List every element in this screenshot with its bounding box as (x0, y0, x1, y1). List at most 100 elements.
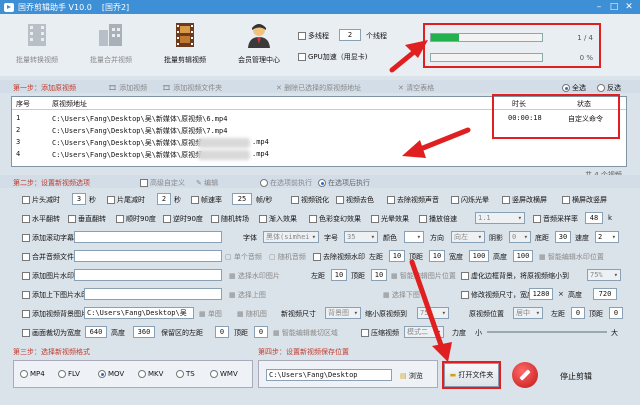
format-ts[interactable]: TS (176, 370, 195, 378)
grayscale-option[interactable]: 视频去色 (336, 195, 374, 205)
width-input[interactable]: 100 (469, 250, 489, 262)
flash-option[interactable]: 闪烁光晕 (451, 195, 489, 205)
close-button[interactable]: ✕ (622, 1, 636, 13)
before-option[interactable]: 在选项前执行 (260, 178, 312, 188)
vflip-option[interactable]: 垂直翻转 (68, 214, 106, 224)
open-folder-button[interactable]: ▬ 打开文件夹 (442, 361, 501, 389)
bg-image-input[interactable]: C:\Users\Fang\Desktop\吴 (84, 307, 194, 319)
delete-selected-button[interactable]: ✕ 删除已选择的原视频地址 (276, 83, 361, 93)
format-mov[interactable]: MOV (98, 370, 124, 378)
member-center-button[interactable]: 会员管理中心 (226, 20, 292, 65)
format-mkv[interactable]: MKV (138, 370, 163, 378)
gpu-option[interactable]: GPU加速（用显卡) (298, 52, 368, 62)
random-image-button[interactable]: ▦ 随机图 (237, 309, 267, 319)
choose-bottom-image-button[interactable]: ▦ 选择下图 (383, 290, 420, 300)
subtitle-option[interactable]: 添加滚动字幕 (22, 233, 74, 243)
table-row[interactable]: 4 C:\Users\Fang\Desktop\吴\新媒体\原视频\ .mp4 (12, 149, 626, 161)
top-input[interactable]: 10 (371, 269, 387, 281)
batch-edit-button[interactable]: 批量剪辑视频 (152, 20, 218, 65)
browse-button[interactable]: ▤ 浏览 (400, 371, 423, 381)
save-path-input[interactable]: C:\Users\Fang\Desktop (266, 369, 392, 381)
head-cut-input[interactable]: 3 (72, 193, 86, 205)
format-mp4[interactable]: MP4 (20, 370, 45, 378)
choose-watermark-button[interactable]: ▦ 选择水印图片 (229, 271, 280, 281)
random-audio-button[interactable]: ▢ 随机音频 (269, 252, 306, 262)
advanced-option[interactable]: 高级自定义 (140, 178, 185, 188)
shadow-select[interactable]: 0 (509, 231, 531, 243)
gpu-checkbox[interactable] (298, 53, 306, 61)
subtitle-input[interactable] (74, 231, 222, 243)
speed-option[interactable]: 播放倍速 (419, 214, 457, 224)
height-input[interactable]: 100 (513, 250, 533, 262)
crop-option[interactable]: 画面裁切为宽度 (22, 328, 81, 338)
after-option[interactable]: 在选项后执行 (318, 178, 370, 188)
new-size-select[interactable]: 背景图 (325, 307, 361, 319)
batch-merge-button[interactable]: 批量合并视频 (78, 20, 144, 65)
remove-watermark-option[interactable]: 去除视频水印 (313, 252, 365, 262)
choose-top-image-button[interactable]: ▦ 选择上图 (229, 290, 266, 300)
maximize-button[interactable]: □ (607, 1, 621, 13)
stop-icon[interactable] (512, 362, 538, 388)
bg-image-option[interactable]: 添加视频背景图片 (22, 309, 88, 319)
minimize-button[interactable]: – (592, 1, 606, 13)
compress-option[interactable]: 压缩视频 (361, 328, 399, 338)
top-input[interactable]: 0 (609, 307, 623, 319)
cw90-option[interactable]: 顺时90度 (116, 214, 156, 224)
smart-watermark-button[interactable]: ▦ 智能编辑水印位置 (539, 252, 604, 262)
blur-border-option[interactable]: 虚化边框背景，将原视频缩小到 (461, 271, 569, 281)
sample-rate-option[interactable]: 音频采样率 (533, 214, 578, 224)
sharpen-option[interactable]: 视频锐化 (291, 195, 329, 205)
audio-option[interactable]: 合并音频文件 (22, 252, 74, 262)
resize-height-input[interactable]: 720 (593, 288, 617, 300)
smart-crop-button[interactable]: ▦ 智能编辑裁切区域 (273, 328, 338, 338)
single-audio-button[interactable]: ▢ 单个音频 (225, 252, 262, 262)
tb-watermark-option[interactable]: 添加上下图片水印 (22, 290, 88, 300)
direction-select[interactable]: 向左 (451, 231, 485, 243)
h2v-option[interactable]: 横屏改竖屏 (562, 195, 607, 205)
crop-height-input[interactable]: 360 (133, 326, 155, 338)
clear-table-button[interactable]: ✕ 清空表格 (398, 83, 434, 93)
crop-top-input[interactable]: 0 (254, 326, 268, 338)
mute-option[interactable]: 去除视频声音 (387, 195, 439, 205)
font-select[interactable]: 黑体(simhei (263, 231, 319, 243)
tail-cut-input[interactable]: 2 (157, 193, 171, 205)
audio-input[interactable] (74, 250, 222, 262)
scroll-speed-select[interactable]: 2 (595, 231, 619, 243)
smart-image-button[interactable]: ▦ 智能编辑图片位置 (391, 271, 456, 281)
tb-watermark-input[interactable] (84, 288, 222, 300)
single-image-button[interactable]: ▦ 单图 (199, 309, 222, 319)
multithread-option[interactable]: 多线程 (298, 31, 329, 41)
invert-option[interactable]: 反选 (597, 83, 621, 93)
head-cut-option[interactable]: 片头减时 (22, 195, 60, 205)
tail-cut-option[interactable]: 片尾减时 (107, 195, 145, 205)
fps-input[interactable]: 25 (232, 193, 252, 205)
left-input[interactable]: 0 (571, 307, 585, 319)
blur-scale-select[interactable]: 75% (587, 269, 621, 281)
speed-select[interactable]: 1.1 (475, 212, 525, 224)
multithread-checkbox[interactable] (298, 32, 306, 40)
scale-select[interactable]: 75% (417, 307, 449, 319)
crop-width-input[interactable]: 640 (85, 326, 107, 338)
format-wmv[interactable]: WMV (210, 370, 238, 378)
add-video-button[interactable]: 🎞 添加视频 (108, 83, 147, 93)
hflip-option[interactable]: 水平翻转 (22, 214, 60, 224)
power-slider[interactable] (487, 331, 607, 333)
color-shift-option[interactable]: 色彩变幻效果 (309, 214, 361, 224)
top-input[interactable]: 10 (429, 250, 445, 262)
add-folder-button[interactable]: 🎞 添加视频文件夹 (162, 83, 222, 93)
resize-width-input[interactable]: 1280 (529, 288, 553, 300)
random-transition-option[interactable]: 随机转场 (211, 214, 249, 224)
size-select[interactable]: 35 (344, 231, 378, 243)
left-input[interactable]: 10 (331, 269, 347, 281)
halo-option[interactable]: 光晕效果 (371, 214, 409, 224)
ccw90-option[interactable]: 逆时90度 (163, 214, 203, 224)
crop-left-input[interactable]: 0 (215, 326, 229, 338)
image-watermark-input[interactable] (74, 269, 222, 281)
v2h-option[interactable]: 竖屏改横屏 (502, 195, 547, 205)
left-input[interactable]: 10 (389, 250, 405, 262)
stop-label[interactable]: 停止剪辑 (560, 371, 592, 382)
select-all-option[interactable]: 全选 (562, 83, 586, 93)
thread-count-input[interactable]: 2 (339, 29, 361, 41)
position-select[interactable]: 居中 (513, 307, 543, 319)
fade-in-option[interactable]: 渐入效果 (259, 214, 297, 224)
